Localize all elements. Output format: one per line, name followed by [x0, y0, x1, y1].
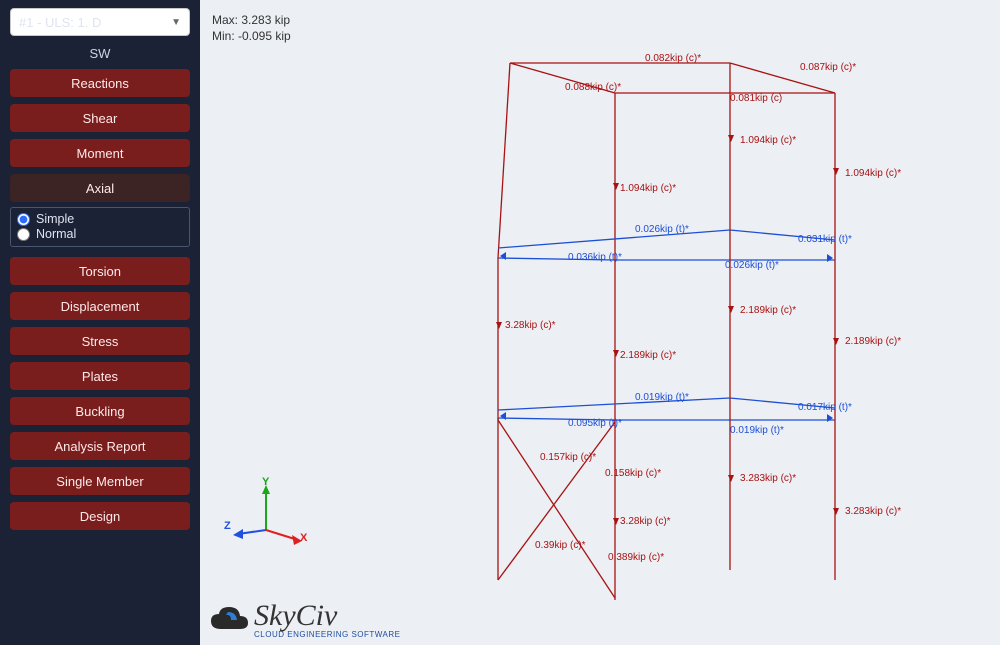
ann: 0.026kip (t)* — [725, 260, 779, 271]
shear-button[interactable]: Shear — [10, 104, 190, 132]
analysis-report-button[interactable]: Analysis Report — [10, 432, 190, 460]
ann: 0.157kip (c)* — [540, 452, 596, 463]
ann: 0.095kip (t)* — [568, 418, 622, 429]
sw-label: SW — [10, 46, 190, 61]
axial-button[interactable]: Axial — [10, 174, 190, 202]
load-combo-dropdown[interactable]: #1 - ULS: 1. D ▼ — [10, 8, 190, 36]
axis-x-label: X — [300, 532, 307, 544]
brand-logo: SkyCiv CLOUD ENGINEERING SOFTWARE — [208, 602, 401, 639]
ann: 1.094kip (c)* — [845, 168, 901, 179]
radio-normal-label: Normal — [36, 227, 76, 242]
model-viewport[interactable]: Max: 3.283 kip Min: -0.095 kip — [200, 0, 1000, 645]
radio-simple[interactable]: Simple — [17, 212, 183, 227]
ann: 2.189kip (c)* — [620, 350, 676, 361]
sidebar: #1 - ULS: 1. D ▼ SW Reactions Shear Mome… — [0, 0, 200, 645]
axial-mode-panel: Simple Normal — [10, 207, 190, 247]
radio-simple-input[interactable] — [17, 213, 30, 226]
moment-button[interactable]: Moment — [10, 139, 190, 167]
ann: 3.28kip (c)* — [505, 320, 556, 331]
ann: 0.031kip (t)* — [798, 234, 852, 245]
plates-button[interactable]: Plates — [10, 362, 190, 390]
cloud-icon — [208, 603, 250, 639]
ann: 3.28kip (c)* — [620, 516, 671, 527]
ann: 0.39kip (c)* — [535, 540, 586, 551]
ann: 3.283kip (c)* — [845, 506, 901, 517]
ann: 0.017kip (t)* — [798, 402, 852, 413]
load-combo-selected: #1 - ULS: 1. D — [19, 15, 101, 30]
radio-simple-label: Simple — [36, 212, 74, 227]
ann: 0.088kip (c)* — [565, 82, 621, 93]
radio-normal[interactable]: Normal — [17, 227, 183, 242]
ann: 2.189kip (c)* — [845, 336, 901, 347]
ann: 0.026kip (t)* — [635, 224, 689, 235]
ann: 0.389kip (c)* — [608, 552, 664, 563]
reactions-button[interactable]: Reactions — [10, 69, 190, 97]
ann: 3.283kip (c)* — [740, 473, 796, 484]
ann: 0.036kip (t)* — [568, 252, 622, 263]
stress-button[interactable]: Stress — [10, 327, 190, 355]
structure-svg — [200, 0, 1000, 645]
ann: 0.082kip (c)* — [645, 53, 701, 64]
ann: 0.081kip (c) — [730, 93, 782, 104]
axis-gizmo: Y X Z — [228, 482, 308, 555]
ann: 0.019kip (t)* — [635, 392, 689, 403]
design-button[interactable]: Design — [10, 502, 190, 530]
brand-tagline: CLOUD ENGINEERING SOFTWARE — [254, 630, 401, 639]
single-member-button[interactable]: Single Member — [10, 467, 190, 495]
buckling-button[interactable]: Buckling — [10, 397, 190, 425]
axis-y-label: Y — [262, 476, 269, 488]
brand-name: SkyCiv — [254, 599, 337, 632]
ann: 2.189kip (c)* — [740, 305, 796, 316]
radio-normal-input[interactable] — [17, 228, 30, 241]
axis-z-label: Z — [224, 520, 231, 532]
ann: 0.158kip (c)* — [605, 468, 661, 479]
ann: 0.087kip (c)* — [800, 62, 856, 73]
ann: 1.094kip (c)* — [740, 135, 796, 146]
ann: 0.019kip (t)* — [730, 425, 784, 436]
chevron-down-icon: ▼ — [171, 17, 181, 28]
torsion-button[interactable]: Torsion — [10, 257, 190, 285]
displacement-button[interactable]: Displacement — [10, 292, 190, 320]
ann: 1.094kip (c)* — [620, 183, 676, 194]
